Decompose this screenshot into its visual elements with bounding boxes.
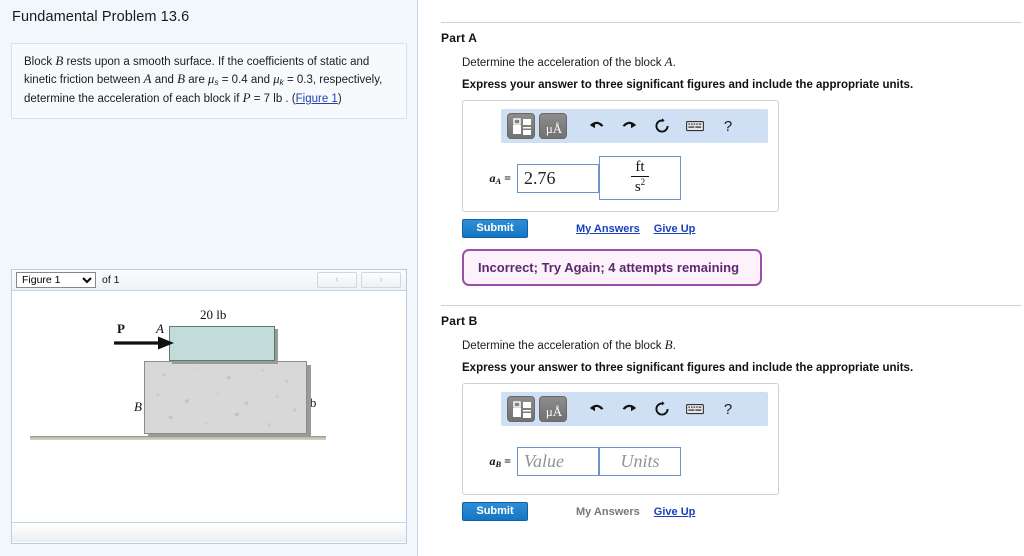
part-a-units-den-exp: 2 [640, 177, 646, 187]
part-a-value-input[interactable] [517, 163, 599, 193]
stmt-var-b2: B [177, 70, 186, 86]
problem-panel: Fundamental Problem 13.6 Block B rests u… [0, 0, 418, 556]
part-b-units-input[interactable]: Units [599, 446, 681, 476]
answer-panel: Part A Determine the acceleration of the… [419, 0, 1024, 556]
undo-icon[interactable] [583, 113, 609, 139]
stmt-t3: and [151, 73, 178, 86]
keyboard-icon[interactable] [682, 396, 708, 422]
figure-toolbar: Figure 1 of 1 ‹ › [12, 270, 406, 291]
svg-text:μÅ: μÅ [546, 121, 563, 136]
svg-text:μÅ: μÅ [546, 404, 563, 419]
problem-statement-text: Block B rests upon a smooth surface. If … [24, 53, 394, 108]
reset-icon[interactable] [649, 113, 675, 139]
figure-canvas: 20 lb A P B 50 lb [12, 291, 406, 522]
part-b-label-eq: = [501, 453, 511, 468]
diagram-block-a [169, 326, 275, 361]
part-a-prompt-text: Determine the acceleration of the block [462, 57, 665, 69]
part-a-my-answers-link[interactable]: My Answers [576, 223, 640, 235]
part-b-my-answers-link: My Answers [576, 505, 640, 518]
part-b-submit-button[interactable]: Submit [462, 502, 528, 521]
part-a-answer-box: μÅ ? aA = 2.76 ft s2 [462, 100, 779, 212]
redo-icon[interactable] [616, 113, 642, 139]
help-icon[interactable]: ? [715, 396, 741, 422]
help-icon[interactable]: ? [715, 113, 741, 139]
part-b-prompt-text: Determine the acceleration of the block [462, 340, 665, 352]
figure-next-button[interactable]: › [361, 272, 401, 288]
part-b-answer-label: aB = [477, 454, 511, 469]
diagram-block-b [144, 361, 307, 434]
part-b-answer-row: aB = Units [477, 438, 778, 484]
part-a-submit-button[interactable]: Submit [462, 219, 528, 238]
page-root: Fundamental Problem 13.6 Block B rests u… [0, 0, 1024, 556]
force-arrow-icon [114, 336, 174, 350]
stmt-t8: ) [337, 93, 342, 105]
keyboard-icon[interactable] [682, 113, 708, 139]
figure-footer [12, 522, 406, 542]
template-icon[interactable] [507, 113, 535, 139]
part-b-prompt: Determine the acceleration of the block … [462, 337, 1024, 353]
redo-icon[interactable] [616, 396, 642, 422]
problem-statement-box: Block B rests upon a smooth surface. If … [11, 43, 407, 119]
part-a-answer-row: aA = ft s2 [477, 155, 778, 201]
part-a-units-denominator: s2 [631, 177, 649, 196]
stmt-t7: = 7 lb . ( [250, 93, 296, 105]
figure-prev-button[interactable]: ‹ [317, 272, 357, 288]
stmt-t5: = 0.4 and [218, 73, 274, 86]
figure-select[interactable]: Figure 1 [16, 272, 96, 288]
part-a-prompt-var: A [664, 54, 673, 69]
part-a-prompt-tail: . [672, 57, 676, 69]
part-b-prompt-tail: . [672, 340, 676, 352]
diagram-label-20lb: 20 lb [200, 307, 227, 322]
part-a-divider [441, 22, 1022, 23]
diagram-label-block-b: B [134, 399, 142, 414]
part-a-instruction: Express your answer to three significant… [462, 79, 914, 91]
part-b-give-up-link[interactable]: Give Up [654, 506, 696, 518]
stmt-var-a: A [143, 70, 152, 86]
part-a-give-up-link[interactable]: Give Up [654, 223, 696, 235]
part-b-divider [441, 305, 1022, 306]
part-a-units-numerator: ft [631, 159, 649, 177]
part-b-math-toolbar: μÅ ? [501, 392, 768, 426]
reset-icon[interactable] [649, 396, 675, 422]
stmt-t4: are [185, 73, 209, 86]
stmt-var-p: P [242, 90, 251, 105]
part-b-value-input[interactable] [517, 446, 599, 476]
template-icon[interactable] [507, 396, 535, 422]
units-icon[interactable]: μÅ [539, 396, 567, 422]
part-a-label-eq: = [501, 170, 511, 185]
units-icon[interactable]: μÅ [539, 113, 567, 139]
part-a-math-toolbar: μÅ ? [501, 109, 768, 143]
part-a-answer-label: aA = [477, 171, 511, 186]
figure-1-link[interactable]: Figure 1 [296, 93, 338, 105]
diagram-ground-surface [30, 436, 326, 440]
figure-viewer: Figure 1 of 1 ‹ › 20 lb A P B 50 lb [11, 269, 407, 544]
figure-count-label: of 1 [102, 274, 120, 286]
part-a-units-box[interactable]: ft s2 [599, 156, 681, 200]
part-b-actions: Submit My Answers Give Up [462, 502, 1024, 521]
part-b-answer-box: μÅ ? aB = Value Units [462, 383, 779, 495]
part-b-heading: Part B [441, 314, 478, 328]
physics-diagram: 20 lb A P B 50 lb [12, 291, 406, 522]
part-b-prompt-var: B [664, 337, 673, 352]
part-a-heading: Part A [441, 31, 478, 45]
part-b-instruction: Express your answer to three significant… [462, 362, 914, 374]
part-a-actions: Submit My Answers Give Up [462, 219, 1024, 238]
stmt-t1: Block [24, 56, 56, 68]
undo-icon[interactable] [583, 396, 609, 422]
part-a-feedback-message: Incorrect; Try Again; 4 attempts remaini… [462, 249, 762, 286]
page-title: Fundamental Problem 13.6 [12, 9, 190, 25]
part-a-units-fraction: ft s2 [631, 159, 649, 196]
part-a-prompt: Determine the acceleration of the block … [462, 54, 1024, 70]
